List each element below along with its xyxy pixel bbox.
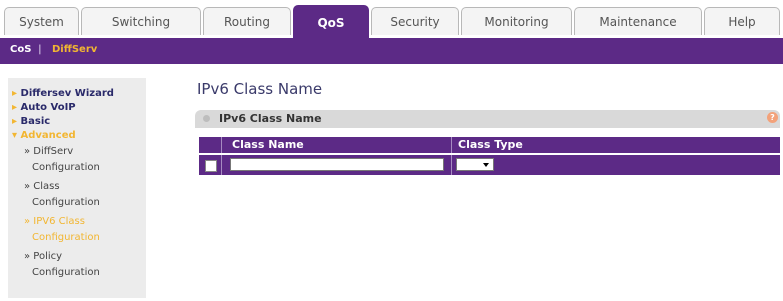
column-divider — [451, 155, 452, 175]
column-divider — [451, 137, 452, 153]
panel-collapse-icon[interactable] — [203, 115, 210, 122]
class-type-select[interactable] — [456, 158, 494, 171]
table-row — [199, 155, 780, 175]
column-divider — [221, 155, 222, 175]
tab-help[interactable]: Help — [704, 7, 780, 35]
page-title: IPv6 Class Name — [197, 80, 323, 98]
sidebar-item-auto-voip[interactable]: ▸ Auto VoIP — [12, 102, 76, 113]
tab-switching[interactable]: Switching — [81, 7, 201, 35]
sidebar-item-ipv6-class[interactable]: » IPV6 Class — [24, 216, 85, 227]
sidebar-item-class[interactable]: » Class — [24, 181, 60, 192]
tab-security-label: Security — [390, 14, 440, 29]
subnav-diffserv[interactable]: DiffServ — [52, 44, 97, 55]
class-name-input[interactable] — [230, 158, 444, 171]
tab-system-label: System — [19, 14, 64, 29]
tab-switching-label: Switching — [111, 14, 171, 29]
help-icon[interactable]: ? — [767, 112, 778, 123]
subnav-cos[interactable]: CoS — [10, 44, 31, 55]
top-tab-bar: System Switching Routing QoS Security Mo… — [0, 0, 783, 39]
tab-maintenance[interactable]: Maintenance — [574, 7, 702, 35]
sidebar-item-policy-configuration[interactable]: Configuration — [32, 267, 100, 278]
panel-title: IPv6 Class Name — [219, 112, 322, 125]
sidebar-item-advanced[interactable]: ▾ Advanced — [12, 130, 76, 141]
sub-nav-bar: CoS | DiffServ — [0, 38, 783, 64]
tab-help-label: Help — [728, 14, 756, 29]
sidebar-item-diffserv[interactable]: » DiffServ — [24, 146, 73, 157]
column-header-class-type: Class Type — [458, 138, 523, 151]
sidebar-item-ipv6-class-configuration[interactable]: Configuration — [32, 232, 100, 243]
tab-maintenance-label: Maintenance — [599, 14, 677, 29]
tab-security[interactable]: Security — [371, 7, 459, 35]
sidebar-item-policy[interactable]: » Policy — [24, 251, 62, 262]
column-header-class-name: Class Name — [232, 138, 304, 151]
tab-monitoring[interactable]: Monitoring — [461, 7, 572, 35]
sidebar-item-class-configuration[interactable]: Configuration — [32, 197, 100, 208]
sidebar: ▸ Differsev Wizard ▸ Auto VoIP ▸ Basic ▾… — [8, 78, 146, 298]
tab-qos-label: QoS — [317, 15, 345, 30]
table-header-row: Class Name Class Type — [199, 137, 780, 153]
subnav-separator: | — [38, 44, 42, 55]
tab-monitoring-label: Monitoring — [484, 14, 549, 29]
sidebar-item-differserv-wizard[interactable]: ▸ Differsev Wizard — [12, 88, 114, 99]
sidebar-item-basic[interactable]: ▸ Basic — [12, 116, 50, 127]
row-select-checkbox[interactable] — [205, 160, 217, 172]
column-divider — [221, 137, 222, 153]
tab-system[interactable]: System — [4, 7, 79, 35]
tab-qos[interactable]: QoS — [293, 5, 369, 39]
sidebar-item-diffserv-configuration[interactable]: Configuration — [32, 162, 100, 173]
tab-routing-label: Routing — [223, 14, 270, 29]
tab-routing[interactable]: Routing — [203, 7, 291, 35]
chevron-down-icon — [483, 163, 489, 167]
panel-header: IPv6 Class Name — [195, 110, 780, 128]
